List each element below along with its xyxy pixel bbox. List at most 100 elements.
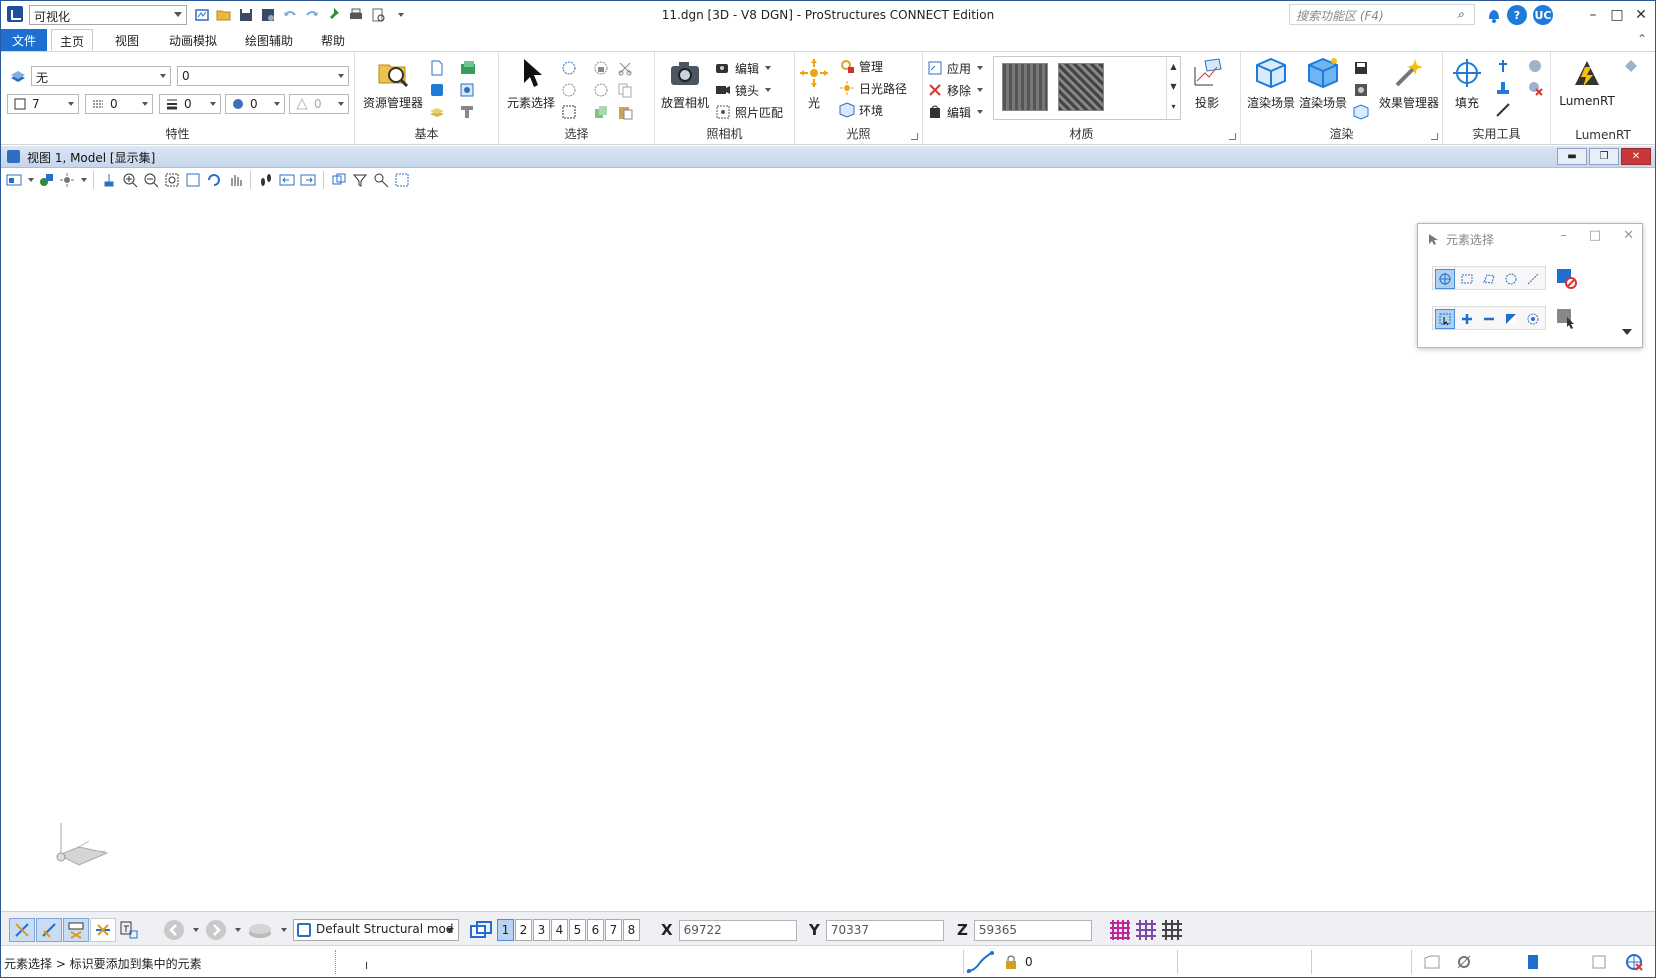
- user-avatar[interactable]: UC: [1533, 5, 1553, 25]
- linestyle-select[interactable]: 0: [85, 94, 153, 114]
- new-selection-icon[interactable]: [1435, 309, 1455, 329]
- close-icon[interactable]: ✕: [1629, 3, 1653, 27]
- add-selection-icon[interactable]: [1457, 309, 1477, 329]
- transparency-select[interactable]: 0: [225, 94, 285, 114]
- view-number-4[interactable]: 4: [551, 919, 568, 941]
- stamp-icon[interactable]: [1495, 80, 1511, 96]
- zoom-in-icon[interactable]: [121, 171, 139, 189]
- cloud-sync-icon[interactable]: [1423, 953, 1441, 971]
- render-settings-icon[interactable]: [1353, 82, 1369, 98]
- view-number-6[interactable]: 6: [587, 919, 604, 941]
- pan-view-icon[interactable]: [226, 171, 244, 189]
- expand-options-icon[interactable]: [1622, 329, 1632, 335]
- subtract-selection-icon[interactable]: [1479, 309, 1499, 329]
- search-icon[interactable]: ⌕: [1457, 7, 1464, 22]
- minimize-icon[interactable]: –: [1581, 3, 1605, 27]
- grid-purple-icon[interactable]: [1133, 918, 1159, 942]
- material-thumbnail[interactable]: [1002, 63, 1048, 111]
- lock-elements-icon[interactable]: [593, 60, 609, 76]
- key-in-caret-icon[interactable]: ╷: [363, 953, 370, 971]
- material-remove-button[interactable]: 移除: [927, 80, 984, 100]
- snap-keypoint-icon[interactable]: [9, 918, 35, 942]
- material-edit-button[interactable]: 编辑: [927, 102, 984, 122]
- tab-file[interactable]: 文件: [1, 29, 47, 51]
- view-minimize-icon[interactable]: ▬: [1557, 148, 1587, 165]
- circle-select-icon[interactable]: [1501, 269, 1521, 289]
- photo-match-button[interactable]: 照片匹配: [715, 102, 783, 122]
- line-select-icon[interactable]: [1523, 269, 1543, 289]
- level-select[interactable]: 无: [31, 66, 171, 86]
- place-camera-button[interactable]: 放置相机: [659, 56, 711, 111]
- material-apply-button[interactable]: 应用: [927, 58, 984, 78]
- level-manager-icon[interactable]: [10, 68, 26, 84]
- back-dropdown-icon[interactable]: [193, 928, 199, 932]
- text-snap-icon[interactable]: [117, 921, 141, 939]
- effects-manager-button[interactable]: 效果管理器: [1377, 56, 1441, 111]
- forward-dropdown-icon[interactable]: [235, 928, 241, 932]
- selection-cursor-icon[interactable]: [1554, 306, 1578, 330]
- tab-animation[interactable]: 动画模拟: [161, 29, 225, 51]
- view-filter-icon[interactable]: [393, 171, 411, 189]
- update-view-icon[interactable]: [100, 171, 118, 189]
- view-rotation-icon[interactable]: [330, 171, 348, 189]
- clip-volume-icon[interactable]: [351, 171, 369, 189]
- render-cube-small-icon[interactable]: [1353, 104, 1369, 120]
- view-number-2[interactable]: 2: [515, 919, 532, 941]
- shape-select-icon[interactable]: [1479, 269, 1499, 289]
- tool-pin-icon[interactable]: [1495, 58, 1511, 74]
- render-scene-button[interactable]: 渲染场景: [1245, 56, 1297, 111]
- view-groups-icon[interactable]: [467, 919, 497, 941]
- select-circle-icon[interactable]: [561, 82, 577, 98]
- cut-icon[interactable]: [617, 60, 633, 76]
- properties-icon[interactable]: [459, 82, 475, 98]
- individual-select-icon[interactable]: [1435, 269, 1455, 289]
- tab-drawing-aids[interactable]: 绘图辅助: [237, 29, 301, 51]
- back-arrow-icon[interactable]: [163, 919, 185, 941]
- design-file-icon[interactable]: [1525, 953, 1541, 971]
- maximize-icon[interactable]: □: [1605, 3, 1629, 27]
- grid-gray-icon[interactable]: [1159, 918, 1185, 942]
- tab-home[interactable]: 主页: [51, 29, 94, 51]
- previous-view-icon[interactable]: [278, 171, 296, 189]
- fill-button[interactable]: 填充: [1447, 56, 1487, 111]
- light-button[interactable]: 光: [797, 56, 831, 111]
- zoom-out-icon[interactable]: [142, 171, 160, 189]
- color-select[interactable]: 7: [7, 94, 79, 114]
- accudraw-icon[interactable]: [965, 951, 995, 973]
- tab-help[interactable]: 帮助: [313, 29, 353, 51]
- view-number-7[interactable]: 7: [605, 919, 622, 941]
- view-display-style-icon[interactable]: [37, 171, 55, 189]
- model-dropdown-icon[interactable]: [281, 928, 287, 932]
- view-restore-icon[interactable]: ❐: [1589, 148, 1619, 165]
- utility-sphere-icon[interactable]: [1527, 58, 1543, 74]
- panel-minimize-icon[interactable]: –: [1560, 228, 1567, 243]
- projection-button[interactable]: 投影: [1187, 56, 1227, 111]
- block-select-icon[interactable]: [1457, 269, 1477, 289]
- utility-delete-icon[interactable]: [1527, 80, 1543, 96]
- models-icon[interactable]: [459, 60, 475, 76]
- panel-close-icon[interactable]: ✕: [1623, 228, 1634, 243]
- group-elements-icon[interactable]: [593, 82, 609, 98]
- view-attributes-icon[interactable]: [5, 171, 23, 189]
- paste-icon[interactable]: [617, 104, 633, 120]
- clip-mask-icon[interactable]: [372, 171, 390, 189]
- snap-intersect-icon[interactable]: [90, 918, 116, 942]
- help-icon[interactable]: ?: [1507, 5, 1527, 25]
- y-coordinate-field[interactable]: 70337: [825, 919, 944, 941]
- text-style-select[interactable]: 0: [177, 66, 349, 86]
- grid-magenta-icon[interactable]: [1107, 918, 1133, 942]
- copy-icon[interactable]: [617, 82, 633, 98]
- references-icon[interactable]: [429, 82, 445, 98]
- clear-selection-icon[interactable]: [1554, 266, 1578, 290]
- walk-icon[interactable]: [257, 171, 275, 189]
- environment-button[interactable]: 环境: [839, 100, 883, 120]
- z-coordinate-field[interactable]: 59365: [973, 919, 1092, 941]
- lumenrt-settings-icon[interactable]: [1623, 58, 1639, 74]
- panel-maximize-icon[interactable]: □: [1589, 228, 1601, 243]
- measure-icon[interactable]: [1495, 102, 1511, 118]
- model-cylinder-icon[interactable]: [247, 919, 273, 941]
- priority-select[interactable]: 0: [289, 94, 349, 114]
- camera-lens-button[interactable]: 镜头: [715, 80, 772, 100]
- fit-view-icon[interactable]: [184, 171, 202, 189]
- view-close-icon[interactable]: ✕: [1621, 148, 1651, 165]
